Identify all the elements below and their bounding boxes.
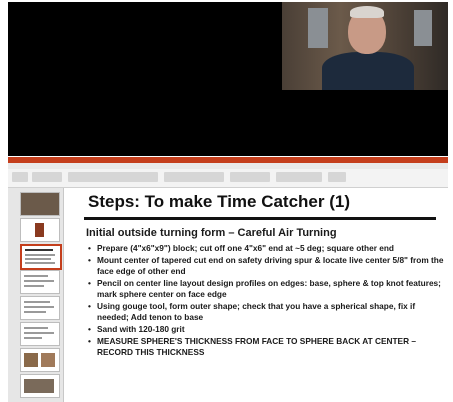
slides-group[interactable] [32, 172, 62, 182]
slide-thumbnail[interactable] [20, 296, 60, 320]
presenter-hair [350, 6, 384, 18]
webcam-video [282, 2, 448, 90]
slide-title: Steps: To make Time Catcher (1) [88, 192, 351, 211]
slide-canvas[interactable]: Steps: To make Time Catcher (1) Initial … [66, 190, 448, 402]
bullet-item: MEASURE SPHERE'S THICKNESS FROM FACE TO … [88, 336, 448, 358]
paste-button[interactable] [12, 172, 28, 182]
slide-thumbnail[interactable] [20, 374, 60, 398]
ribbon-toolbar [8, 169, 448, 188]
slide-thumbnail[interactable] [20, 192, 60, 216]
slide-thumbnail[interactable] [20, 244, 62, 270]
webcam-window [308, 8, 328, 48]
editing-group[interactable] [276, 172, 322, 182]
slide-subtitle: Initial outside turning form – Careful A… [86, 227, 337, 239]
bullet-item: Sand with 120-180 grit [88, 324, 448, 335]
bullet-list: Prepare (4"x6"x9") block; cut off one 4"… [88, 243, 448, 359]
powerpoint-window: Steps: To make Time Catcher (1) Initial … [8, 157, 448, 402]
font-group[interactable] [68, 172, 158, 182]
bullet-item: Pencil on center line layout design prof… [88, 278, 448, 300]
video-area [8, 2, 448, 156]
slide-thumbnail[interactable] [20, 218, 60, 242]
slide-thumbnail[interactable] [20, 270, 60, 294]
designer-button[interactable] [328, 172, 346, 182]
bullet-item: Prepare (4"x6"x9") block; cut off one 4"… [88, 243, 448, 254]
title-divider [84, 217, 436, 220]
drawing-group[interactable] [230, 172, 270, 182]
bullet-item: Using gouge tool, form outer shape; chec… [88, 301, 448, 323]
bullet-item: Mount center of tapered cut end on safet… [88, 255, 448, 277]
paragraph-group[interactable] [164, 172, 224, 182]
slide-thumbnail[interactable] [20, 348, 60, 372]
presenter-body [322, 52, 414, 90]
slide-thumbnail[interactable] [20, 322, 60, 346]
slide-thumbnail-panel [8, 188, 64, 402]
webcam-window [414, 10, 432, 46]
